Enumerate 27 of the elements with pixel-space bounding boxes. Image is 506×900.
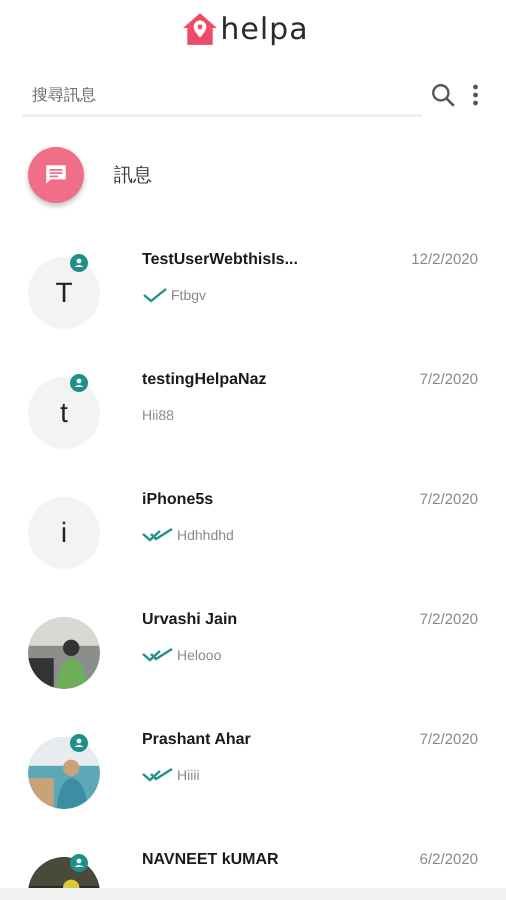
house-pin-icon [182, 11, 218, 47]
message-preview: Ftbgv [171, 287, 206, 303]
message-date: 12/2/2020 [411, 251, 478, 268]
search-field[interactable]: 搜尋訊息 [22, 78, 422, 117]
contact-name[interactable]: testingHelpaNaz [142, 371, 266, 389]
message-date: 7/2/2020 [420, 371, 478, 388]
contact-name[interactable]: iPhone5s [142, 491, 214, 509]
section-title: 訊息 [114, 164, 152, 188]
contact-name[interactable]: Urvashi Jain [142, 611, 238, 629]
logo-text: helpa [220, 12, 309, 46]
message-preview: Hiiii [177, 767, 200, 783]
more-menu-icon[interactable] [472, 84, 479, 106]
message-date: 7/2/2020 [420, 491, 478, 508]
contact-name[interactable]: Prashant Ahar [142, 731, 251, 749]
message-date: 7/2/2020 [420, 611, 478, 628]
contact-name[interactable]: NAVNEET kUMAR [142, 851, 279, 869]
contact-name[interactable]: TestUserWebthisIs... [142, 251, 298, 269]
message-preview: Hii88 [142, 407, 174, 423]
letter-avatar: T [28, 257, 100, 329]
letter-avatar: i [28, 497, 100, 569]
message-preview: Hdhhdhd [177, 527, 234, 543]
message-preview: Helooo [177, 647, 222, 663]
letter-avatar: t [28, 377, 100, 449]
message-date: 6/2/2020 [420, 851, 478, 868]
search-icon[interactable] [430, 82, 456, 108]
message-fab[interactable] [28, 147, 84, 203]
message-date: 7/2/2020 [420, 731, 478, 748]
